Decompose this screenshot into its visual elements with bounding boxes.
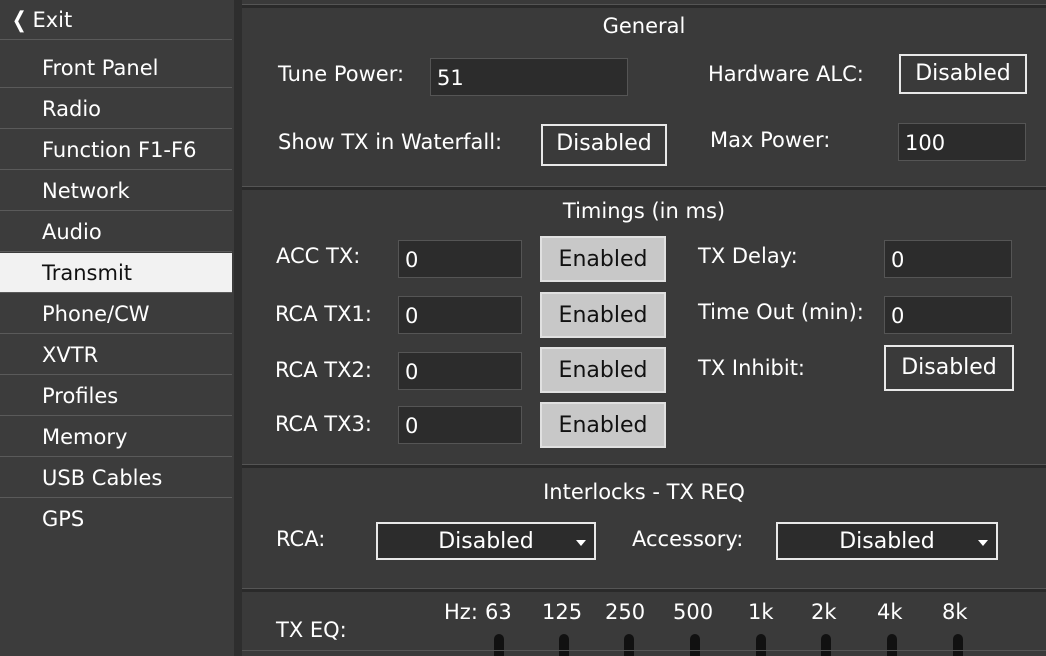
sidebar-item-label: GPS [42, 507, 85, 531]
eq-slider-500[interactable] [690, 634, 700, 656]
rca-tx3-enabled-button[interactable]: Enabled [540, 402, 666, 448]
sidebar-item-label: Function F1-F6 [42, 138, 197, 162]
eq-slider-1k[interactable] [756, 634, 766, 656]
eq-slider-250[interactable] [624, 634, 634, 656]
transmit-settings-panel: General Tune Power: 51 Hardware ALC: Dis… [242, 0, 1046, 656]
timeout-label: Time Out (min): [698, 300, 864, 324]
chevron-left-icon: ❮ [11, 8, 27, 33]
sidebar-item-label: XVTR [42, 343, 99, 367]
general-title: General [602, 14, 686, 38]
eq-band-label: 1k [748, 600, 774, 624]
sidebar-item-label: Front Panel [42, 56, 159, 80]
sidebar-item-radio[interactable]: Radio [0, 89, 232, 129]
acc-tx-enabled-button[interactable]: Enabled [540, 236, 666, 282]
tx-eq-hz-label: Hz: [444, 600, 478, 624]
show-tx-waterfall-toggle[interactable]: Disabled [541, 124, 667, 166]
eq-baseline [242, 650, 1046, 651]
eq-slider-63[interactable] [494, 634, 504, 656]
rca-tx2-enabled-button[interactable]: Enabled [540, 347, 666, 393]
accessory-interlock-value: Disabled [839, 529, 935, 554]
eq-band-label: 2k [811, 600, 837, 624]
sidebar-item-label: Phone/CW [42, 302, 150, 326]
sidebar-item-gps[interactable]: GPS [0, 499, 232, 539]
accessory-interlock-select[interactable]: Disabled [776, 522, 998, 560]
tune-power-input[interactable]: 51 [430, 58, 628, 96]
sidebar-item-label: Profiles [42, 384, 119, 408]
rca-tx2-label: RCA TX2: [275, 358, 372, 382]
eq-slider-2k[interactable] [821, 634, 831, 656]
timings-title: Timings (in ms) [562, 199, 726, 223]
eq-band-label: 125 [542, 600, 583, 624]
tx-eq-label: TX EQ: [276, 618, 347, 642]
tx-delay-input[interactable]: 0 [884, 240, 1012, 278]
rca-tx3-label: RCA TX3: [275, 412, 372, 436]
sidebar-divider [234, 0, 242, 656]
rca-tx2-input[interactable]: 0 [398, 352, 522, 390]
eq-band-label: 250 [605, 600, 646, 624]
section-divider [242, 4, 1046, 8]
sidebar-item-usb-cables[interactable]: USB Cables [0, 458, 232, 498]
sidebar-item-label: Audio [42, 220, 102, 244]
chevron-down-icon [978, 540, 988, 546]
sidebar-item-label: Radio [42, 97, 102, 121]
sidebar: ❮ Exit Front Panel Radio Function F1-F6 N… [0, 0, 234, 656]
acc-tx-label: ACC TX: [276, 244, 361, 268]
hardware-alc-label: Hardware ALC: [708, 62, 864, 86]
sidebar-item-front-panel[interactable]: Front Panel [0, 48, 232, 88]
sidebar-item-transmit[interactable]: Transmit [0, 253, 232, 293]
eq-slider-8k[interactable] [953, 634, 963, 656]
sidebar-item-phone-cw[interactable]: Phone/CW [0, 294, 232, 334]
max-power-label: Max Power: [710, 128, 831, 152]
eq-band-label: 500 [673, 600, 714, 624]
tx-inhibit-toggle[interactable]: Disabled [884, 345, 1014, 391]
section-divider [242, 186, 1046, 190]
section-divider [242, 464, 1046, 468]
sidebar-item-label: Network [42, 179, 130, 203]
eq-band-label: 63 [485, 600, 512, 624]
sidebar-item-profiles[interactable]: Profiles [0, 376, 232, 416]
hardware-alc-toggle[interactable]: Disabled [899, 54, 1027, 94]
eq-slider-125[interactable] [559, 634, 569, 656]
max-power-input[interactable]: 100 [898, 123, 1026, 161]
exit-label: Exit [32, 8, 73, 32]
sidebar-item-memory[interactable]: Memory [0, 417, 232, 457]
rca-tx1-enabled-button[interactable]: Enabled [540, 292, 666, 338]
rca-tx1-label: RCA TX1: [275, 302, 372, 326]
tune-power-label: Tune Power: [278, 62, 405, 86]
show-tx-waterfall-label: Show TX in Waterfall: [278, 130, 503, 154]
sidebar-item-label: Memory [42, 425, 128, 449]
interlocks-title: Interlocks - TX REQ [543, 480, 745, 504]
chevron-down-icon [576, 540, 586, 546]
timeout-input[interactable]: 0 [884, 296, 1012, 334]
sidebar-item-xvtr[interactable]: XVTR [0, 335, 232, 375]
rca-interlock-select[interactable]: Disabled [376, 522, 596, 560]
acc-tx-input[interactable]: 0 [398, 240, 522, 278]
eq-band-label: 8k [942, 600, 968, 624]
sidebar-item-audio[interactable]: Audio [0, 212, 232, 252]
section-divider [242, 588, 1046, 592]
sidebar-item-label: Transmit [42, 261, 133, 285]
tx-inhibit-label: TX Inhibit: [698, 356, 806, 380]
rca-interlock-label: RCA: [276, 527, 326, 551]
sidebar-item-network[interactable]: Network [0, 171, 232, 211]
rca-tx1-input[interactable]: 0 [398, 296, 522, 334]
accessory-interlock-label: Accessory: [632, 527, 744, 551]
rca-interlock-value: Disabled [438, 529, 534, 554]
sidebar-item-function[interactable]: Function F1-F6 [0, 130, 232, 170]
rca-tx3-input[interactable]: 0 [398, 406, 522, 444]
exit-button[interactable]: ❮ Exit [0, 0, 232, 40]
sidebar-item-label: USB Cables [42, 466, 163, 490]
eq-slider-4k[interactable] [887, 634, 897, 656]
tx-delay-label: TX Delay: [698, 244, 798, 268]
eq-band-label: 4k [877, 600, 903, 624]
